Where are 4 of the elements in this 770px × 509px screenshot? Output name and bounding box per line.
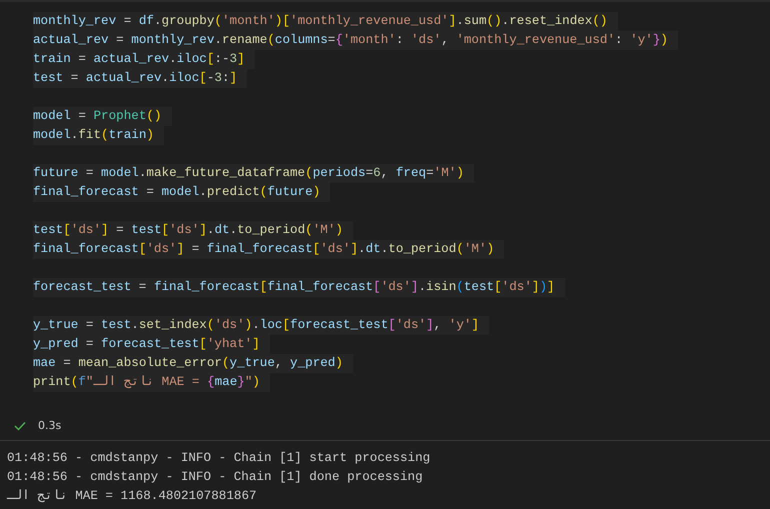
output-line: 01:48:56 - cmdstanpy - INFO - Chain [1] done processing <box>7 470 423 484</box>
output-line: ناتج الـ MAE = 1168.4802107881867 <box>7 489 257 503</box>
output-line: 01:48:56 - cmdstanpy - INFO - Chain [1] start processing <box>7 451 430 465</box>
run-duration: 0.3s <box>38 418 62 434</box>
